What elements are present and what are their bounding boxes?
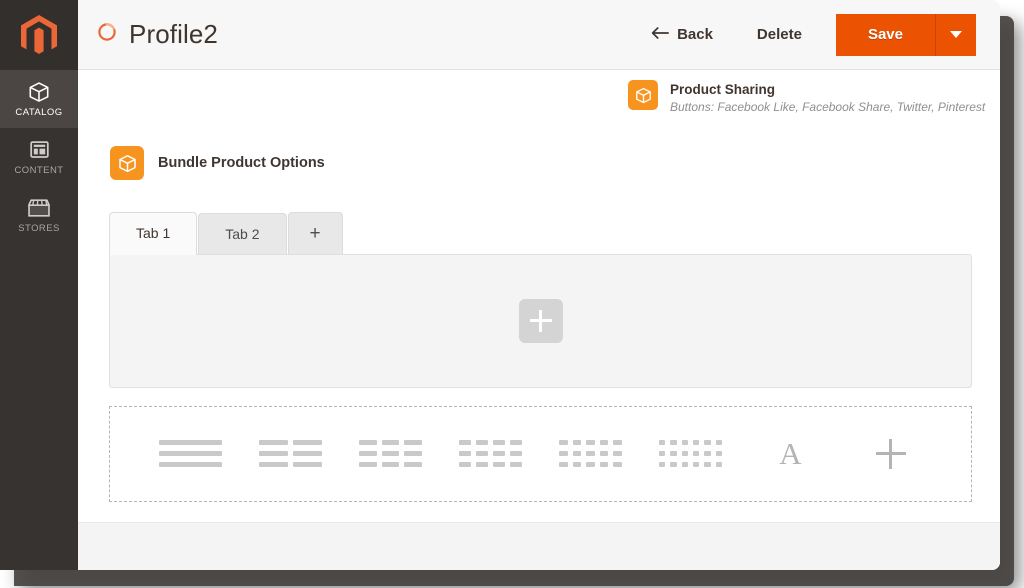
sidebar-item-catalog[interactable]: CATALOG [0, 70, 78, 128]
page-title: Profile2 [129, 19, 218, 50]
store-icon [27, 197, 51, 219]
bundle-product-options-header: Bundle Product Options [78, 128, 1000, 180]
sidebar: CATALOG CONTENT [0, 0, 78, 570]
layout-4-columns-tool[interactable] [441, 424, 541, 484]
box-icon [628, 80, 658, 110]
add-content-button[interactable] [519, 299, 563, 343]
sidebar-item-label: CATALOG [15, 107, 62, 118]
tab-tab-2[interactable]: Tab 2 [198, 213, 286, 254]
plus-icon [530, 310, 552, 332]
product-sharing-section: Product Sharing Buttons: Facebook Like, … [78, 70, 1000, 128]
layout-6-columns-icon [659, 440, 722, 467]
save-button[interactable]: Save [836, 14, 936, 56]
text-tool-label: A [779, 438, 801, 469]
back-button-label: Back [677, 26, 713, 43]
chevron-down-icon [950, 31, 962, 38]
page-title-group: Profile2 [78, 19, 218, 50]
layout-2-columns-icon [259, 440, 322, 467]
element-toolbar: A [109, 406, 972, 502]
bundle-product-options-title: Bundle Product Options [158, 155, 325, 171]
application-window: CATALOG CONTENT [0, 0, 1000, 570]
layout-5-columns-icon [559, 440, 622, 467]
save-button-group: Save [836, 14, 976, 56]
layout-1-column-icon [159, 440, 222, 467]
sidebar-item-content[interactable]: CONTENT [0, 128, 78, 186]
tab-tab-1[interactable]: Tab 1 [109, 212, 197, 255]
box-icon [110, 146, 144, 180]
add-tab-button[interactable]: + [288, 212, 343, 254]
arrow-left-icon [651, 26, 669, 44]
sidebar-item-label: CONTENT [14, 165, 63, 176]
layout-4-columns-icon [459, 440, 522, 467]
layout-5-columns-tool[interactable] [541, 424, 641, 484]
delete-button[interactable]: Delete [735, 26, 824, 43]
page-header: Profile2 Back Delete Save [78, 0, 1000, 70]
layout-2-columns-tool[interactable] [241, 424, 341, 484]
layout-6-columns-tool[interactable] [641, 424, 741, 484]
add-element-tool[interactable] [841, 424, 941, 484]
box-icon [28, 81, 50, 103]
text-tool[interactable]: A [741, 424, 841, 484]
product-sharing-title: Product Sharing [670, 81, 985, 99]
plus-icon [876, 439, 906, 469]
tab-bar: Tab 1 Tab 2 + [78, 212, 1000, 254]
magento-logo[interactable] [0, 0, 78, 70]
header-actions: Back Delete Save [629, 0, 1000, 69]
loading-spinner-icon [96, 21, 118, 48]
layout-3-columns-icon [359, 440, 422, 467]
sidebar-item-label: STORES [18, 223, 60, 234]
save-dropdown-button[interactable] [936, 14, 976, 56]
back-button[interactable]: Back [629, 26, 735, 44]
layout-3-columns-tool[interactable] [341, 424, 441, 484]
product-sharing-subtitle: Buttons: Facebook Like, Facebook Share, … [670, 99, 985, 116]
sidebar-item-stores[interactable]: STORES [0, 186, 78, 244]
layout-icon [29, 139, 50, 161]
page-footer [78, 522, 1000, 570]
page-content: Profile2 Back Delete Save [78, 0, 1000, 570]
layout-1-column-tool[interactable] [141, 424, 241, 484]
tab-content-stage [109, 254, 972, 388]
product-sharing-text: Product Sharing Buttons: Facebook Like, … [670, 80, 985, 117]
delete-button-label: Delete [757, 26, 802, 43]
